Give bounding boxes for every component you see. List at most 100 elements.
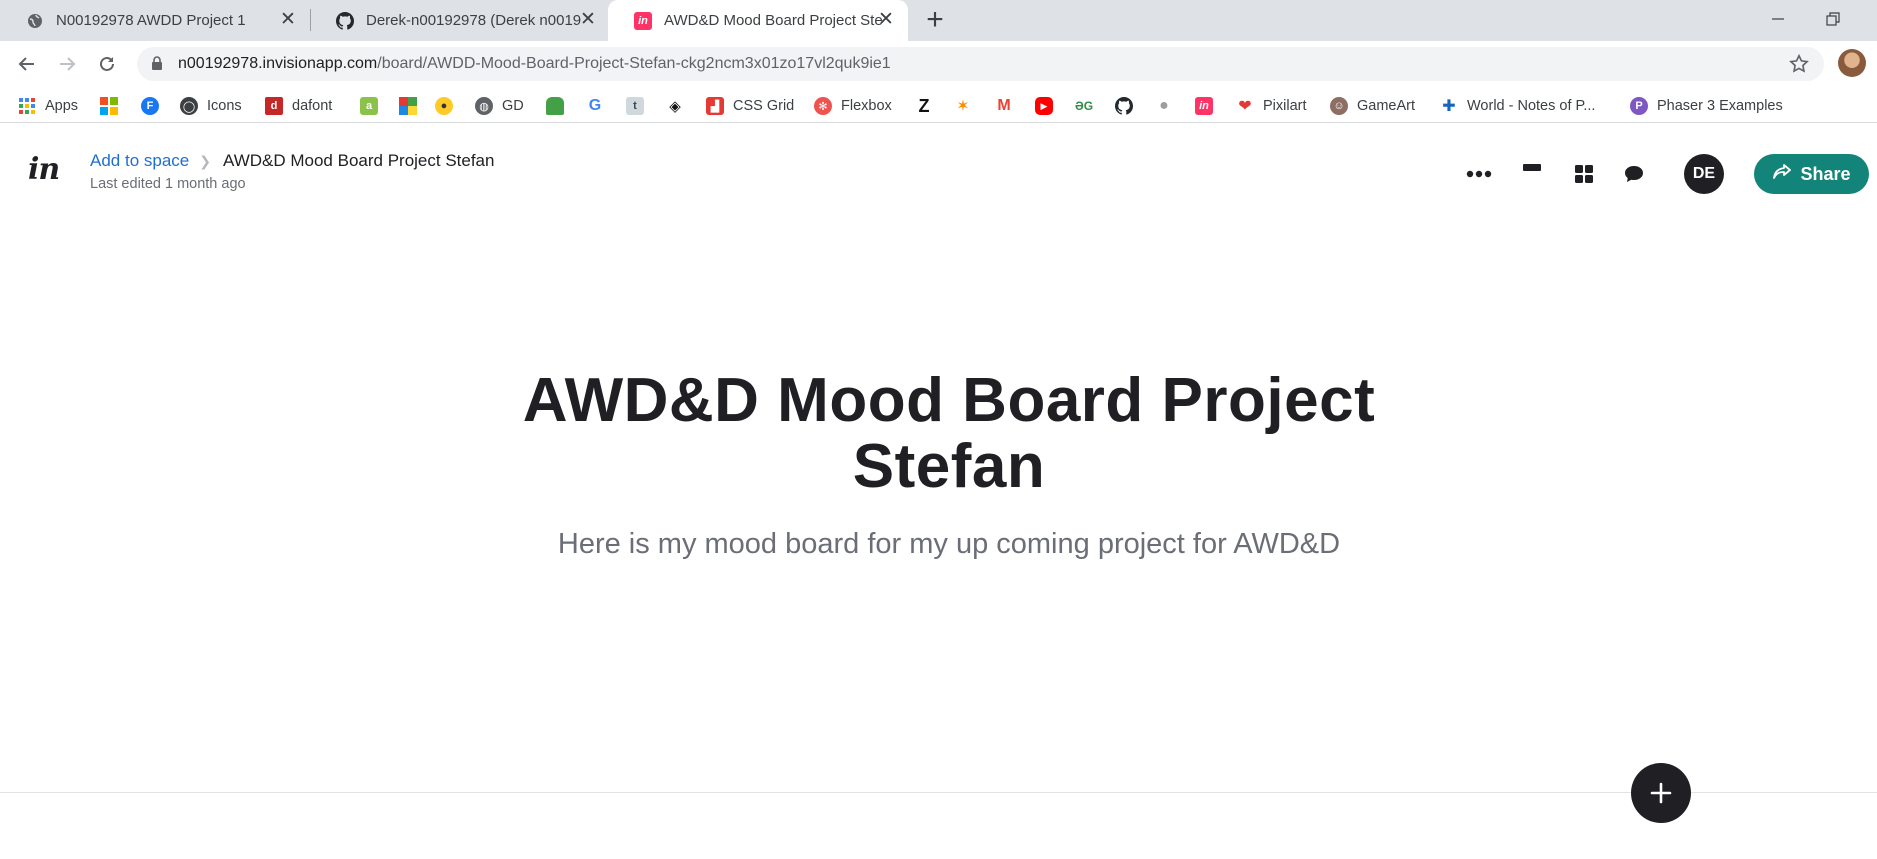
bookmark-codepen[interactable]: ◈	[666, 96, 693, 116]
bookmark-orange[interactable]: ✶	[954, 96, 981, 116]
bookmark-geeksforgeeks[interactable]: ƏG	[1075, 96, 1102, 116]
invision-logo[interactable]: in	[28, 152, 62, 187]
add-content-button[interactable]	[1631, 763, 1691, 823]
colorful-grid-icon	[399, 97, 417, 115]
bookmark-label: Pixilart	[1263, 98, 1307, 114]
bookmark-icons[interactable]: ◯ Icons	[180, 96, 242, 116]
bookmark-invision[interactable]: in	[1195, 96, 1222, 116]
bookmark-world-notes[interactable]: ✚ World - Notes of P...	[1440, 96, 1595, 116]
apple-icon: ●	[1159, 97, 1169, 114]
lock-icon[interactable]	[151, 56, 163, 76]
browser-tab-active[interactable]: in AWD&D Mood Board Project Stefan ✕	[608, 0, 908, 41]
bookmark-z[interactable]: Z	[915, 96, 942, 116]
bookmark-label: Apps	[45, 98, 79, 114]
url-path: /board/AWDD-Mood-Board-Project-Stefan-ck…	[377, 55, 891, 72]
bookmark-gd[interactable]: ◍ GD	[475, 96, 524, 116]
address-bar[interactable]: n00192978.invisionapp.com/board/AWDD-Moo…	[137, 47, 1824, 81]
bookmark-label: GameArt	[1357, 98, 1416, 114]
share-label: Share	[1800, 163, 1851, 184]
puzzle-icon: ✚	[1442, 98, 1456, 115]
more-options-icon[interactable]	[1464, 160, 1494, 188]
close-tab-icon[interactable]: ✕	[278, 10, 298, 30]
dafont-icon: d	[265, 97, 283, 115]
url-host: n00192978.invisionapp.com	[178, 55, 378, 72]
bookmark-dafont[interactable]: d dafont	[265, 96, 332, 116]
tab-title: N00192978 AWDD Project 1	[56, 12, 246, 29]
bookmark-gmail[interactable]: M	[995, 96, 1022, 116]
bookmark-microsoft[interactable]	[100, 96, 127, 116]
close-tab-icon[interactable]: ✕	[876, 10, 896, 30]
bookmark-apps[interactable]: Apps	[18, 96, 78, 116]
board-name[interactable]: AWD&D Mood Board Project Stefan	[223, 151, 495, 171]
apps-grid-icon	[18, 97, 36, 115]
plus-icon	[1650, 782, 1672, 804]
back-arrow-icon[interactable]	[10, 47, 44, 81]
bookmark-green-app[interactable]: a	[360, 96, 387, 116]
bookmarks-bar: Apps F ◯ Icons d dafont a ● ◍ GD G t ◈ ▟ CSS…	[0, 87, 1877, 123]
flexbox-icon: ✻	[814, 97, 832, 115]
close-tab-icon[interactable]: ✕	[578, 10, 598, 30]
restore-icon[interactable]	[1808, 0, 1858, 38]
icons-site-icon: ◯	[180, 97, 198, 115]
tab-title: AWD&D Mood Board Project Stefan	[664, 12, 882, 29]
bookmark-github[interactable]	[1115, 96, 1142, 116]
gameart-icon: ☺	[1330, 97, 1348, 115]
bookmark-phaser[interactable]: P Phaser 3 Examples	[1630, 96, 1783, 116]
globe-icon: ◍	[475, 97, 493, 115]
tab-title: Derek-n00192978 (Derek n00192978)	[366, 12, 581, 29]
user-avatar[interactable]: DE	[1684, 154, 1724, 194]
browser-tab[interactable]: Derek-n00192978 (Derek n00192978) ✕	[310, 0, 610, 41]
comment-icon[interactable]	[1621, 160, 1647, 188]
bookmark-pixilart[interactable]: ❤ Pixilart	[1236, 96, 1307, 116]
url-text: n00192978.invisionapp.com/board/AWDD-Moo…	[178, 55, 891, 73]
breadcrumb: Add to space ❯ AWD&D Mood Board Project …	[90, 151, 494, 171]
bookmark-apple[interactable]: ●	[1155, 96, 1182, 116]
green-app-icon: a	[360, 97, 378, 115]
gmail-icon: M	[997, 97, 1011, 114]
bookmark-label: Flexbox	[841, 98, 892, 114]
bookmark-android[interactable]	[546, 96, 573, 116]
section-divider	[0, 792, 1877, 793]
bookmark-gameart[interactable]: ☺ GameArt	[1330, 96, 1415, 116]
css-grid-icon: ▟	[706, 97, 724, 115]
share-button[interactable]: Share	[1754, 154, 1869, 194]
invision-icon: in	[1195, 97, 1213, 115]
minimize-icon[interactable]	[1753, 0, 1803, 38]
t-icon: t	[626, 97, 644, 115]
facebook-icon: F	[141, 97, 159, 115]
bookmark-flexbox[interactable]: ✻ Flexbox	[814, 96, 892, 116]
share-icon	[1772, 163, 1792, 186]
profile-avatar[interactable]	[1838, 49, 1866, 77]
bookmark-label: CSS Grid	[733, 98, 795, 114]
globe-icon	[26, 12, 44, 30]
chevron-right-icon: ❯	[199, 152, 211, 169]
add-to-space-link[interactable]: Add to space	[90, 151, 189, 171]
forward-arrow-icon[interactable]	[50, 47, 84, 81]
bookmark-star-icon[interactable]	[1788, 53, 1810, 80]
google-icon: G	[588, 97, 602, 114]
orange-icon: ✶	[956, 98, 970, 115]
board-title[interactable]: AWD&D Mood Board Project Stefan	[488, 368, 1410, 500]
grid-view-icon[interactable]	[1572, 160, 1596, 188]
bookmark-youtube[interactable]: ▶	[1035, 96, 1062, 116]
bookmark-css-grid[interactable]: ▟ CSS Grid	[706, 96, 794, 116]
invision-icon: in	[634, 11, 652, 30]
new-tab-button[interactable]: +	[920, 5, 950, 36]
bookmark-palette[interactable]: ●	[435, 96, 462, 116]
android-icon	[546, 97, 564, 115]
bookmark-facebook[interactable]: F	[141, 96, 168, 116]
browser-tab[interactable]: N00192978 AWDD Project 1 ✕	[0, 0, 310, 41]
bookmark-colorful-grid[interactable]	[399, 96, 426, 116]
microsoft-icon	[100, 97, 118, 115]
bookmark-label: Phaser 3 Examples	[1657, 98, 1783, 114]
bookmark-t[interactable]: t	[626, 96, 653, 116]
bookmark-label: World - Notes of P...	[1467, 98, 1596, 114]
board-description[interactable]: Here is my mood board for my up coming p…	[488, 528, 1410, 561]
reload-icon[interactable]	[90, 47, 124, 81]
youtube-icon: ▶	[1035, 97, 1053, 115]
bookmark-label: dafont	[292, 98, 333, 114]
single-view-icon[interactable]	[1520, 160, 1544, 176]
github-icon	[1115, 97, 1133, 115]
bookmark-google[interactable]: G	[586, 96, 613, 116]
pixel-heart-icon: ❤	[1238, 98, 1252, 115]
